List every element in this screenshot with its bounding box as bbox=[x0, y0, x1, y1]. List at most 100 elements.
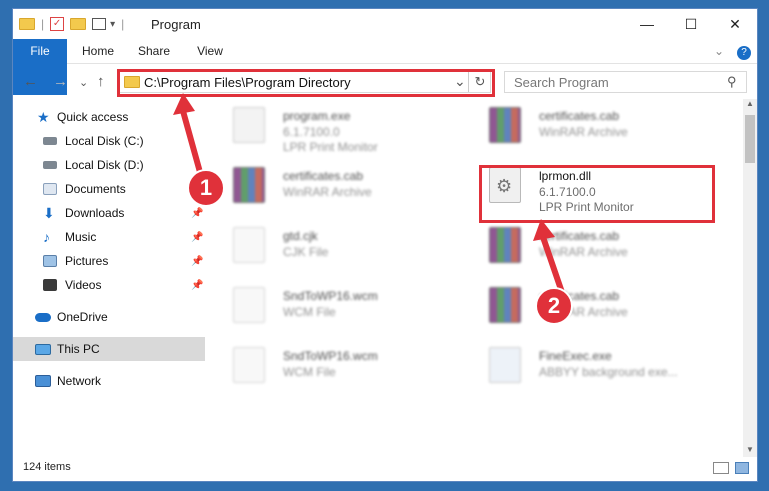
file-explorer-window: | ✓ ▾ | Program — ☐ ✕ File Home Share Vi… bbox=[12, 8, 758, 482]
sidebar-item-label: Network bbox=[57, 374, 102, 388]
file-description: LPR Print Monitor bbox=[283, 140, 378, 154]
archive-file-icon bbox=[489, 107, 521, 143]
exe-file-icon bbox=[233, 107, 265, 143]
exe-file-icon bbox=[489, 347, 521, 383]
sidebar-item-label: This PC bbox=[57, 342, 100, 356]
step-2-badge: 2 bbox=[535, 287, 573, 325]
file-name: gtd.cjk bbox=[283, 229, 318, 243]
separator: | bbox=[41, 17, 45, 31]
pin-icon[interactable]: 📌 bbox=[191, 280, 203, 291]
sidebar-item-label: Videos bbox=[65, 278, 102, 292]
network-icon bbox=[35, 375, 51, 387]
list-item[interactable]: FineExec.exe ABBYY background exe... bbox=[473, 339, 713, 395]
sidebar-item-label: OneDrive bbox=[57, 310, 108, 324]
sidebar-item-videos[interactable]: Videos 📌 bbox=[13, 273, 205, 297]
file-name: program.exe bbox=[283, 109, 351, 123]
sidebar-item-label: Documents bbox=[65, 182, 126, 196]
file-description: ABBYY background exe... bbox=[539, 365, 678, 379]
archive-file-icon bbox=[233, 167, 265, 203]
document-file-icon bbox=[233, 347, 265, 383]
sidebar-item-label: Quick access bbox=[57, 110, 129, 124]
tab-share[interactable]: Share bbox=[131, 39, 177, 63]
list-item[interactable]: certificates.cab WinRAR Archive bbox=[473, 279, 713, 335]
minimize-button[interactable]: — bbox=[625, 9, 669, 39]
tab-view[interactable]: View bbox=[187, 39, 233, 63]
archive-file-icon bbox=[489, 287, 521, 323]
sidebar-item-label: Local Disk (C:) bbox=[65, 134, 144, 148]
documents-icon bbox=[43, 183, 57, 195]
status-bar: 124 items bbox=[13, 459, 757, 481]
list-item[interactable]: gtd.cjk CJK File bbox=[217, 219, 457, 275]
scroll-up-icon[interactable]: ▲ bbox=[746, 99, 754, 108]
help-icon[interactable]: ? bbox=[735, 39, 753, 63]
chevron-down-icon[interactable]: ▾ bbox=[110, 19, 115, 30]
sidebar-item-label: Downloads bbox=[65, 206, 125, 220]
sidebar-item-pictures[interactable]: Pictures 📌 bbox=[13, 249, 205, 273]
document-file-icon bbox=[233, 287, 265, 323]
vertical-scrollbar[interactable]: ▲ ▼ bbox=[743, 99, 757, 457]
properties-icon[interactable]: ✓ bbox=[50, 17, 65, 31]
ribbon-collapse-icon[interactable]: ⌄ bbox=[709, 39, 729, 63]
music-icon: ♪ bbox=[43, 229, 50, 245]
file-list: program.exe 6.1.7100.0 LPR Print Monitor… bbox=[217, 99, 743, 457]
folder-icon bbox=[19, 18, 35, 30]
cloud-icon bbox=[35, 312, 51, 322]
sidebar-item-onedrive[interactable]: OneDrive bbox=[13, 305, 205, 329]
forward-button[interactable]: → bbox=[53, 73, 68, 90]
separator: | bbox=[121, 17, 125, 31]
file-type: WinRAR Archive bbox=[283, 185, 372, 199]
document-file-icon bbox=[233, 227, 265, 263]
star-icon: ★ bbox=[37, 109, 50, 125]
large-icons-view-icon[interactable] bbox=[735, 462, 749, 474]
scroll-down-icon[interactable]: ▼ bbox=[746, 445, 754, 454]
customize-icon[interactable] bbox=[92, 18, 107, 30]
search-icon: ⚲ bbox=[727, 74, 737, 89]
sidebar-item-music[interactable]: ♪ Music 📌 bbox=[13, 225, 205, 249]
search-placeholder: Search Program bbox=[514, 75, 609, 90]
file-name: SndToWP16.wcm bbox=[283, 349, 378, 363]
pin-icon[interactable]: 📌 bbox=[191, 256, 203, 267]
list-item[interactable]: certificates.cab WinRAR Archive bbox=[473, 219, 713, 275]
item-count: 124 items bbox=[23, 461, 71, 473]
close-button[interactable]: ✕ bbox=[713, 9, 757, 39]
title-bar: | ✓ ▾ | Program — ☐ ✕ bbox=[13, 9, 757, 39]
details-view-icon[interactable] bbox=[713, 462, 729, 474]
window-title: Program bbox=[151, 17, 201, 32]
ribbon-tabs: File Home Share View ⌄ ? bbox=[13, 39, 757, 95]
search-box[interactable]: Search Program ⚲ bbox=[504, 71, 747, 93]
up-button[interactable]: ↑ bbox=[97, 73, 105, 90]
sidebar-item-this-pc[interactable]: This PC bbox=[13, 337, 205, 361]
list-item[interactable]: certificates.cab WinRAR Archive bbox=[217, 159, 457, 215]
drive-icon bbox=[43, 137, 57, 145]
sidebar-item-downloads[interactable]: ⬇ Downloads 📌 bbox=[13, 201, 205, 225]
list-item[interactable]: SndToWP16.wcm WCM File bbox=[217, 279, 457, 335]
file-name: SndToWP16.wcm bbox=[283, 289, 378, 303]
maximize-button[interactable]: ☐ bbox=[669, 9, 713, 39]
pictures-icon bbox=[43, 255, 57, 267]
pin-icon[interactable]: 📌 bbox=[191, 208, 203, 219]
sidebar-item-label: Local Disk (D:) bbox=[65, 158, 144, 172]
sidebar-item-label: Pictures bbox=[65, 254, 109, 268]
list-item[interactable]: program.exe 6.1.7100.0 LPR Print Monitor bbox=[217, 99, 457, 155]
file-name: certificates.cab bbox=[283, 169, 364, 183]
file-highlight bbox=[479, 165, 715, 223]
sidebar-item-network[interactable]: Network bbox=[13, 369, 205, 393]
back-button[interactable]: ← bbox=[23, 73, 38, 90]
drive-icon bbox=[43, 161, 57, 169]
file-name: certificates.cab bbox=[539, 109, 620, 123]
computer-icon bbox=[35, 343, 51, 355]
pin-icon[interactable]: 📌 bbox=[191, 232, 203, 243]
scrollbar-thumb[interactable] bbox=[745, 115, 755, 163]
file-name: FineExec.exe bbox=[539, 349, 612, 363]
new-folder-icon[interactable] bbox=[70, 18, 87, 30]
quick-access-toolbar: | ✓ ▾ | bbox=[19, 15, 124, 33]
recent-locations-button[interactable]: ⌄ bbox=[79, 76, 88, 89]
help-glyph: ? bbox=[737, 46, 751, 60]
tab-home[interactable]: Home bbox=[75, 39, 121, 63]
list-item[interactable]: certificates.cab WinRAR Archive bbox=[473, 99, 713, 155]
archive-file-icon bbox=[489, 227, 521, 263]
list-item[interactable]: SndToWP16.wcm WCM File bbox=[217, 339, 457, 395]
videos-icon bbox=[43, 279, 57, 291]
file-type: WinRAR Archive bbox=[539, 125, 628, 139]
file-type: WCM File bbox=[283, 305, 336, 319]
